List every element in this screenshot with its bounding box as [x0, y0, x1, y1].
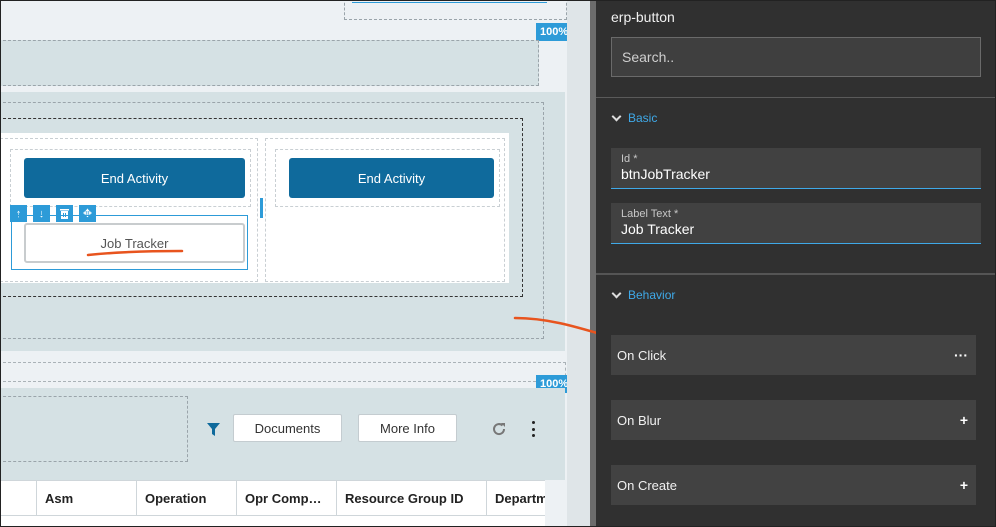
grid-column-header[interactable]: Operation — [137, 481, 237, 515]
grid-column-header[interactable]: Asm — [37, 481, 137, 515]
id-field-value[interactable]: btnJobTracker — [621, 166, 971, 182]
label-text-field[interactable]: Label Text * Job Tracker — [611, 203, 981, 244]
add-icon[interactable]: + — [960, 412, 968, 428]
toolbar-placeholder[interactable] — [0, 396, 188, 462]
grid-column-spacer — [0, 481, 37, 515]
filter-icon[interactable] — [207, 423, 220, 436]
end-activity-button-left[interactable]: End Activity — [24, 158, 245, 198]
label-text-field-value[interactable]: Job Tracker — [621, 221, 971, 237]
section-basic[interactable]: Basic — [611, 111, 658, 125]
section-behavior-label: Behavior — [628, 288, 676, 302]
more-icon[interactable]: ··· — [954, 347, 968, 363]
event-label: On Blur — [617, 412, 662, 428]
grid-column-header[interactable]: Opr Comp… — [237, 481, 337, 515]
lower-section-outline — [0, 362, 566, 382]
add-icon[interactable]: + — [960, 477, 968, 493]
event-on-blur[interactable]: On Blur + — [611, 400, 976, 440]
grid-header: Asm Operation Opr Comp… Resource Group I… — [0, 480, 545, 516]
documents-button[interactable]: Documents — [233, 414, 342, 442]
canvas-gutter — [567, 0, 590, 527]
refresh-icon[interactable] — [491, 421, 507, 437]
label-text-field-label: Label Text * — [621, 208, 679, 220]
properties-panel: erp-button Search.. Basic Id * btnJobTra… — [596, 0, 996, 527]
grid-column-header[interactable]: Resource Group ID — [337, 481, 487, 515]
more-info-button[interactable]: More Info — [358, 414, 457, 442]
id-field[interactable]: Id * btnJobTracker — [611, 148, 981, 189]
annotation-underline — [86, 249, 184, 257]
grid-body — [0, 516, 545, 527]
end-activity-button-right[interactable]: End Activity — [289, 158, 494, 198]
more-options-icon[interactable] — [530, 421, 536, 437]
event-on-click[interactable]: On Click ··· — [611, 335, 976, 375]
property-search-input[interactable]: Search.. — [611, 37, 981, 77]
top-selection-line — [352, 2, 547, 3]
drop-indicator — [260, 198, 263, 218]
zoom-badge-top: 100% — [536, 23, 567, 41]
component-name: erp-button — [611, 9, 675, 25]
empty-panel-band[interactable] — [0, 40, 539, 86]
event-on-create[interactable]: On Create + — [611, 465, 976, 505]
id-field-label: Id * — [621, 153, 638, 165]
grid-column-header[interactable]: Departm — [487, 481, 545, 515]
section-basic-label: Basic — [628, 111, 658, 125]
event-label: On Create — [617, 477, 677, 493]
event-label: On Click — [617, 347, 667, 363]
divider — [596, 97, 996, 98]
divider — [596, 273, 996, 275]
section-behavior[interactable]: Behavior — [611, 288, 676, 302]
chevron-down-icon — [611, 111, 622, 121]
designer-canvas[interactable]: 100% End Activity End Activity ↑ ↓ ✥ Job… — [0, 0, 567, 527]
chevron-down-icon — [611, 288, 622, 298]
top-container-outline — [344, 0, 567, 20]
